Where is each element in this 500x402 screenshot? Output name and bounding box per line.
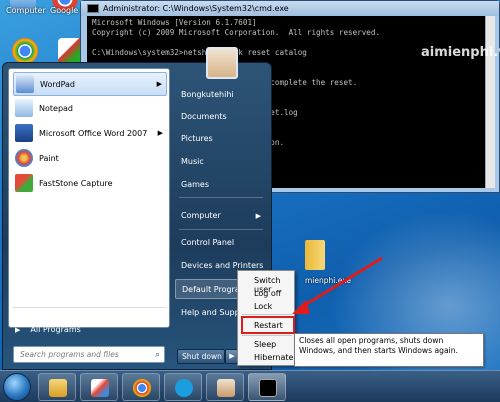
notepad-icon bbox=[15, 99, 33, 117]
program-item-word[interactable]: Microsoft Office Word 2007 ▶ bbox=[13, 121, 167, 145]
right-divider bbox=[179, 229, 263, 230]
right-item-label: Documents bbox=[181, 112, 227, 121]
start-orb-button[interactable] bbox=[3, 373, 31, 401]
cmd-icon bbox=[87, 4, 99, 13]
restart-tooltip: Closes all open programs, shuts down Win… bbox=[294, 333, 484, 367]
taskbar-chrome-button[interactable] bbox=[122, 373, 160, 401]
chevron-right-icon: ▶ bbox=[157, 129, 163, 137]
folder-desktop-icon[interactable] bbox=[305, 240, 325, 270]
cmd-line: Copyright (c) 2009 Microsoft Corporation… bbox=[92, 28, 381, 37]
right-item-label: Control Panel bbox=[181, 238, 235, 247]
folder-desktop-label[interactable]: mienphi.exe bbox=[305, 276, 351, 285]
program-label: Paint bbox=[39, 153, 59, 163]
program-label: Notepad bbox=[39, 103, 73, 113]
desktop-icon-label-computer[interactable]: Computer bbox=[6, 6, 46, 15]
cmd-line: Microsoft Windows [Version 6.1.7601] bbox=[92, 18, 257, 27]
paint-icon bbox=[91, 379, 109, 397]
right-item-label: Pictures bbox=[181, 134, 213, 143]
program-label: WordPad bbox=[40, 79, 76, 89]
chrome-icon bbox=[133, 379, 151, 397]
start-right-item-control-panel[interactable]: Control Panel bbox=[175, 233, 267, 253]
menu-item-log-off[interactable]: Log off bbox=[254, 289, 281, 298]
right-item-label: Bongkutehihi bbox=[181, 90, 234, 99]
start-right-item-games[interactable]: Games bbox=[175, 175, 267, 195]
right-item-label: Computer bbox=[181, 211, 221, 220]
start-menu: WordPad ▶ Notepad Microsoft Office Word … bbox=[2, 47, 272, 370]
cmd-watermark: aimienphi.vn bbox=[421, 45, 500, 60]
triangle-right-icon: ▶ bbox=[15, 325, 21, 334]
chevron-right-icon: ▶ bbox=[255, 212, 261, 220]
program-item-paint[interactable]: Paint bbox=[13, 146, 167, 170]
submenu-divider bbox=[242, 314, 292, 315]
search-placeholder: Search programs and files bbox=[20, 350, 119, 359]
menu-item-lock[interactable]: Lock bbox=[254, 302, 272, 311]
program-item-faststone[interactable]: FastStone Capture bbox=[13, 171, 167, 195]
right-item-label: Music bbox=[181, 157, 204, 166]
wordpad-icon bbox=[16, 75, 34, 93]
right-item-label: Games bbox=[181, 180, 209, 189]
taskbar-explorer-button[interactable] bbox=[38, 373, 76, 401]
menu-item-hibernate[interactable]: Hibernate bbox=[254, 353, 293, 362]
cmd-icon bbox=[259, 379, 277, 397]
shutdown-button[interactable]: Shut down bbox=[177, 349, 225, 364]
program-label: FastStone Capture bbox=[39, 178, 113, 188]
shutdown-label: Shut down bbox=[182, 352, 222, 361]
search-icon[interactable]: ⌕ bbox=[155, 348, 160, 363]
submenu-divider bbox=[242, 335, 292, 336]
restart-highlight-box bbox=[241, 316, 295, 334]
menu-item-sleep[interactable]: Sleep bbox=[254, 340, 276, 349]
start-right-item-user[interactable]: Bongkutehihi bbox=[175, 85, 267, 105]
all-programs-label: All Programs bbox=[30, 325, 81, 334]
program-item-wordpad[interactable]: WordPad ▶ bbox=[13, 72, 167, 96]
chevron-right-icon: ▶ bbox=[229, 352, 235, 360]
taskbar bbox=[0, 370, 500, 402]
faststone-icon bbox=[15, 174, 33, 192]
chevron-right-icon: ▶ bbox=[156, 80, 162, 88]
taskbar-app-button[interactable] bbox=[80, 373, 118, 401]
skype-icon bbox=[175, 379, 193, 397]
word-icon bbox=[15, 124, 33, 142]
right-divider bbox=[179, 197, 263, 198]
start-right-item-pictures[interactable]: Pictures bbox=[175, 129, 267, 149]
programs-divider bbox=[13, 307, 167, 308]
user-icon bbox=[217, 379, 235, 397]
program-item-notepad[interactable]: Notepad bbox=[13, 96, 167, 120]
paint-icon bbox=[15, 149, 33, 167]
user-avatar[interactable] bbox=[206, 47, 238, 79]
start-right-item-music[interactable]: Music bbox=[175, 152, 267, 172]
taskbar-cmd-button[interactable] bbox=[248, 373, 286, 401]
cmd-title-bar[interactable]: Administrator: C:\Windows\System32\cmd.e… bbox=[81, 1, 499, 16]
start-programs-panel: WordPad ▶ Notepad Microsoft Office Word … bbox=[8, 68, 170, 328]
all-programs-button[interactable]: ▶ All Programs bbox=[15, 325, 81, 334]
program-label: Microsoft Office Word 2007 bbox=[39, 128, 148, 138]
start-right-item-documents[interactable]: Documents bbox=[175, 107, 267, 127]
right-item-label: Devices and Printers bbox=[181, 261, 264, 270]
taskbar-user-button[interactable] bbox=[206, 373, 244, 401]
folder-icon bbox=[49, 379, 67, 397]
cmd-title-text: Administrator: C:\Windows\System32\cmd.e… bbox=[103, 4, 289, 13]
taskbar-skype-button[interactable] bbox=[164, 373, 202, 401]
search-input[interactable]: Search programs and files ⌕ bbox=[13, 346, 165, 363]
cmd-scrollbar[interactable] bbox=[485, 16, 495, 188]
chrome-desktop-icon-2[interactable] bbox=[12, 38, 38, 64]
start-right-item-computer[interactable]: Computer ▶ bbox=[175, 206, 267, 226]
